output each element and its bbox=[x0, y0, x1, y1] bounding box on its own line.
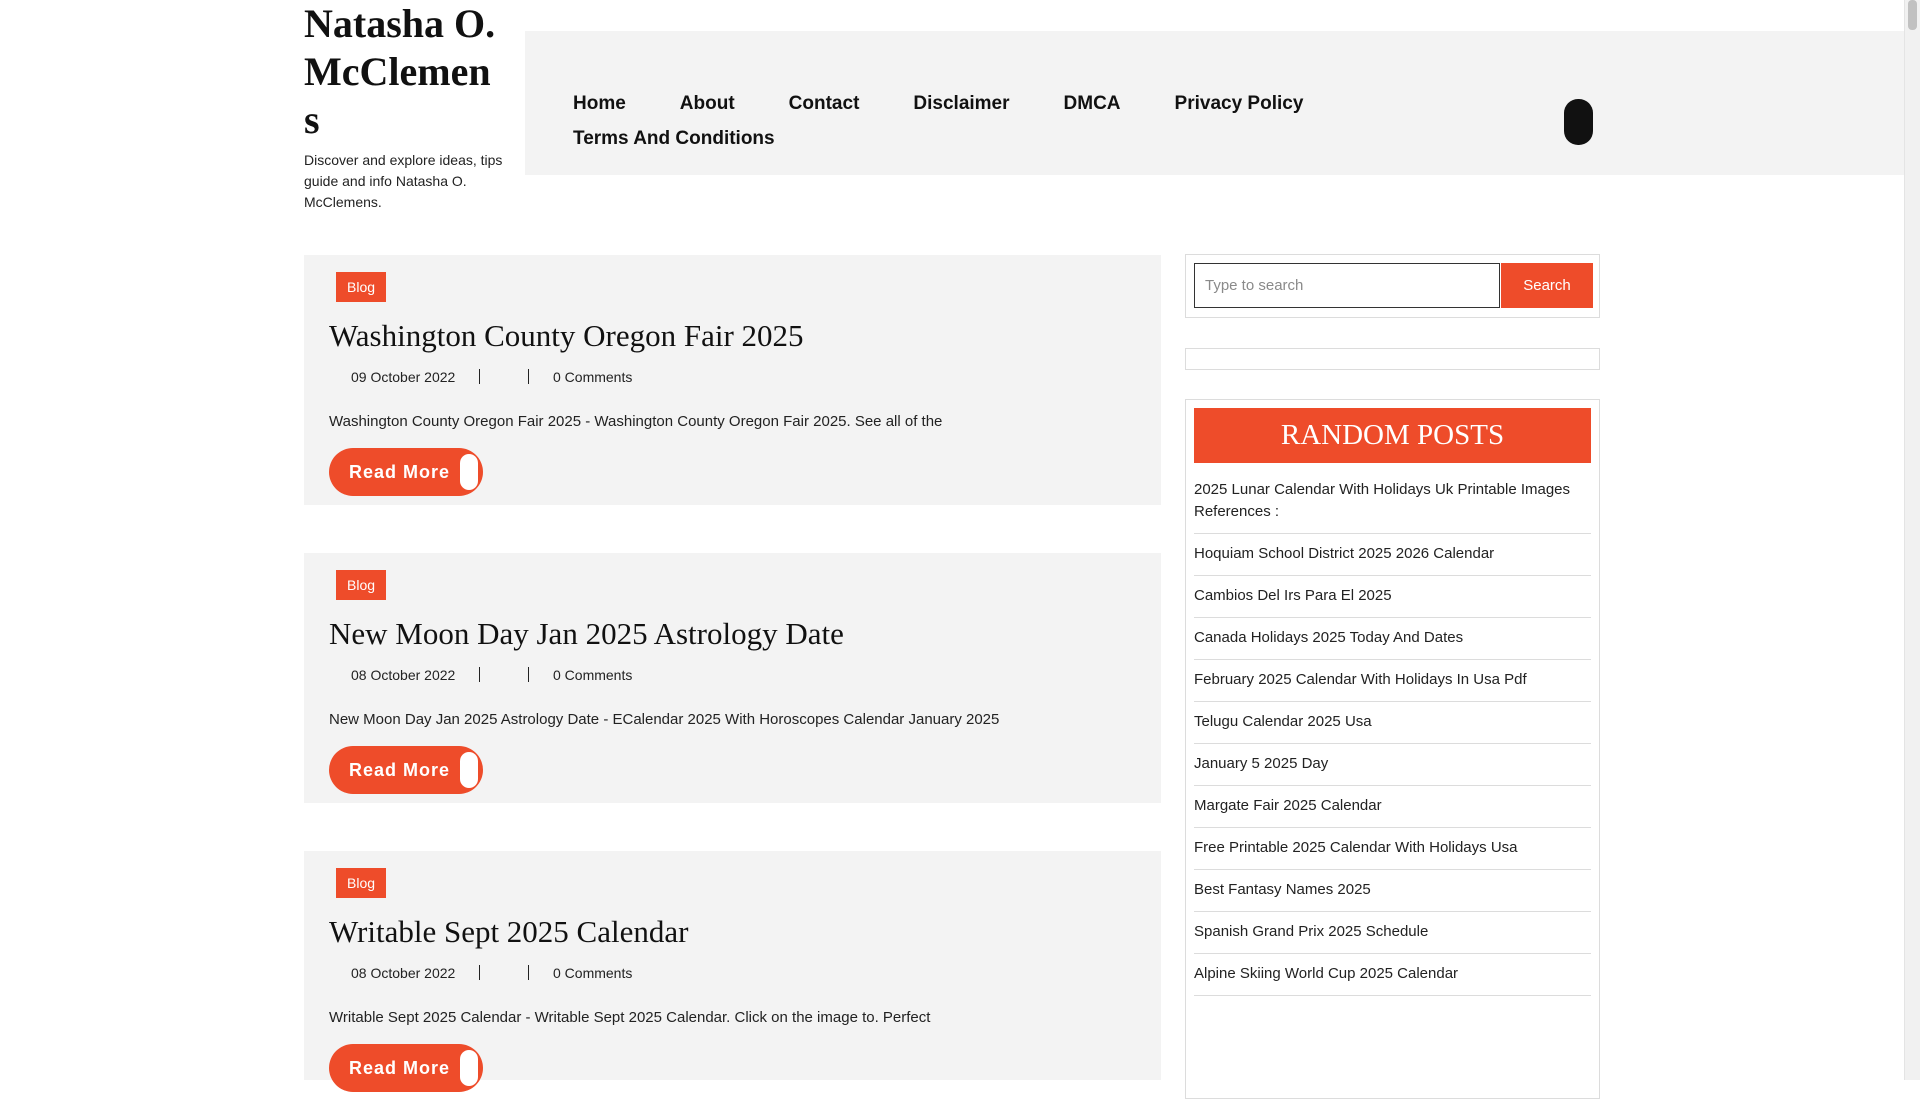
read-more-label: Read More bbox=[349, 461, 451, 482]
random-post-link[interactable]: Telugu Calendar 2025 Usa bbox=[1194, 713, 1372, 730]
arrow-icon bbox=[460, 1050, 478, 1086]
site-branding: Natasha O. McClemens Discover and explor… bbox=[304, 0, 504, 213]
nav-home[interactable]: Home bbox=[573, 91, 626, 116]
primary-menu: Home About Contact Disclaimer DMCA Priva… bbox=[573, 91, 1373, 151]
random-post-link[interactable]: Spanish Grand Prix 2025 Schedule bbox=[1194, 923, 1428, 940]
nav-contact[interactable]: Contact bbox=[789, 91, 860, 116]
post-comments[interactable]: 0 Comments bbox=[553, 965, 632, 981]
list-item: Alpine Skiing World Cup 2025 Calendar bbox=[1194, 954, 1591, 996]
random-post-link[interactable]: January 5 2025 Day bbox=[1194, 755, 1328, 772]
nav-terms-and-conditions[interactable]: Terms And Conditions bbox=[573, 126, 775, 151]
meta-divider bbox=[528, 965, 529, 980]
post-excerpt: Writable Sept 2025 Calendar - Writable S… bbox=[329, 1009, 931, 1026]
post-card: Blog New Moon Day Jan 2025 Astrology Dat… bbox=[304, 553, 1161, 803]
nav-about[interactable]: About bbox=[680, 91, 735, 116]
meta-divider bbox=[479, 965, 480, 980]
read-more-label: Read More bbox=[349, 1057, 451, 1078]
list-item: Free Printable 2025 Calendar With Holida… bbox=[1194, 828, 1591, 870]
read-more-button[interactable]: Read More bbox=[329, 1044, 483, 1092]
random-post-link[interactable]: Best Fantasy Names 2025 bbox=[1194, 881, 1371, 898]
page-scrollbar[interactable] bbox=[1904, 0, 1920, 1080]
post-date[interactable]: 08 October 2022 bbox=[351, 965, 455, 981]
random-post-link[interactable]: Alpine Skiing World Cup 2025 Calendar bbox=[1194, 965, 1458, 982]
post-title[interactable]: Washington County Oregon Fair 2025 bbox=[329, 317, 804, 355]
category-badge[interactable]: Blog bbox=[336, 272, 387, 302]
random-posts-list: 2025 Lunar Calendar With Holidays Uk Pri… bbox=[1194, 470, 1591, 996]
list-item: Canada Holidays 2025 Today And Dates bbox=[1194, 618, 1591, 660]
nav-disclaimer[interactable]: Disclaimer bbox=[913, 91, 1009, 116]
meta-divider bbox=[479, 369, 480, 384]
nav-dmca[interactable]: DMCA bbox=[1064, 91, 1121, 116]
search-widget: Search bbox=[1185, 254, 1600, 318]
post-comments[interactable]: 0 Comments bbox=[553, 369, 632, 385]
random-post-link[interactable]: 2025 Lunar Calendar With Holidays Uk Pri… bbox=[1194, 481, 1570, 520]
post-date[interactable]: 08 October 2022 bbox=[351, 667, 455, 683]
post-title[interactable]: New Moon Day Jan 2025 Astrology Date bbox=[329, 615, 844, 653]
list-item: Telugu Calendar 2025 Usa bbox=[1194, 702, 1591, 744]
list-item: Hoquiam School District 2025 2026 Calend… bbox=[1194, 534, 1591, 576]
post-title[interactable]: Writable Sept 2025 Calendar bbox=[329, 913, 688, 951]
read-more-button[interactable]: Read More bbox=[329, 746, 483, 794]
random-post-link[interactable]: Hoquiam School District 2025 2026 Calend… bbox=[1194, 545, 1494, 562]
list-item: Margate Fair 2025 Calendar bbox=[1194, 786, 1591, 828]
post-card: Blog Writable Sept 2025 Calendar 08 Octo… bbox=[304, 851, 1161, 1092]
scrollbar-thumb[interactable] bbox=[1908, 0, 1917, 30]
list-item: January 5 2025 Day bbox=[1194, 744, 1591, 786]
main-navigation: Home About Contact Disclaimer DMCA Priva… bbox=[525, 31, 1905, 175]
empty-widget bbox=[1185, 348, 1600, 370]
category-badge[interactable]: Blog bbox=[336, 570, 387, 600]
arrow-icon bbox=[460, 752, 478, 788]
search-button[interactable]: Search bbox=[1501, 263, 1593, 308]
random-posts-widget: RANDOM POSTS 2025 Lunar Calendar With Ho… bbox=[1185, 399, 1600, 1099]
read-more-label: Read More bbox=[349, 759, 451, 780]
site-title[interactable]: Natasha O. McClemens bbox=[304, 0, 504, 144]
list-item: February 2025 Calendar With Holidays In … bbox=[1194, 660, 1591, 702]
post-excerpt: Washington County Oregon Fair 2025 - Was… bbox=[329, 413, 943, 430]
list-item: Best Fantasy Names 2025 bbox=[1194, 870, 1591, 912]
random-posts-heading: RANDOM POSTS bbox=[1194, 408, 1591, 463]
random-post-link[interactable]: Free Printable 2025 Calendar With Holida… bbox=[1194, 839, 1518, 856]
random-post-link[interactable]: Cambios Del Irs Para El 2025 bbox=[1194, 587, 1392, 604]
nav-privacy-policy[interactable]: Privacy Policy bbox=[1175, 91, 1304, 116]
post-card: Blog Washington County Oregon Fair 2025 … bbox=[304, 255, 1161, 505]
list-item: 2025 Lunar Calendar With Holidays Uk Pri… bbox=[1194, 470, 1591, 534]
post-date[interactable]: 09 October 2022 bbox=[351, 369, 455, 385]
meta-divider bbox=[528, 667, 529, 682]
random-post-link[interactable]: Canada Holidays 2025 Today And Dates bbox=[1194, 629, 1463, 646]
list-item: Cambios Del Irs Para El 2025 bbox=[1194, 576, 1591, 618]
read-more-button[interactable]: Read More bbox=[329, 448, 483, 496]
list-item: Spanish Grand Prix 2025 Schedule bbox=[1194, 912, 1591, 954]
arrow-icon bbox=[460, 454, 478, 490]
search-input[interactable] bbox=[1194, 263, 1500, 308]
category-badge[interactable]: Blog bbox=[336, 868, 387, 898]
meta-divider bbox=[528, 369, 529, 384]
post-excerpt: New Moon Day Jan 2025 Astrology Date - E… bbox=[329, 711, 1000, 728]
meta-divider bbox=[479, 667, 480, 682]
site-tagline: Discover and explore ideas, tips guide a… bbox=[304, 152, 503, 210]
post-comments[interactable]: 0 Comments bbox=[553, 667, 632, 683]
random-post-link[interactable]: Margate Fair 2025 Calendar bbox=[1194, 797, 1382, 814]
random-post-link[interactable]: February 2025 Calendar With Holidays In … bbox=[1194, 671, 1527, 688]
menu-toggle-icon[interactable] bbox=[1564, 99, 1593, 145]
